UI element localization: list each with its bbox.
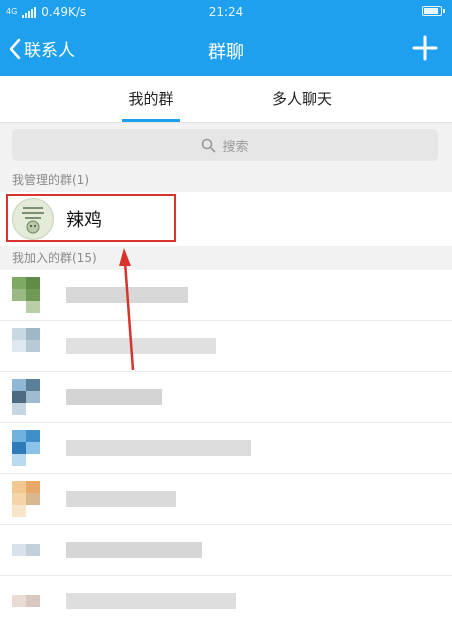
managed-groups-header: 我管理的群(1) [0,168,452,192]
search-icon [202,138,216,152]
navigation-bar: 联系人 群聊 [0,24,452,76]
active-tab-indicator [122,119,180,122]
search-placeholder: 搜索 [222,139,249,155]
group-row-managed[interactable]: 辣鸡 [0,192,452,246]
list-item[interactable] [0,270,452,321]
blurred-avatar [12,481,52,517]
status-time: 21:24 [208,5,244,19]
list-item[interactable] [0,423,452,474]
list-item[interactable] [0,372,452,423]
blurred-avatar [12,532,52,568]
highlight-box [6,194,176,242]
joined-groups-list [0,270,452,626]
battery-icon [422,6,445,16]
list-item[interactable] [0,474,452,525]
group-tabs: 我的群 多人聊天 [0,76,452,123]
status-bar: 4G 0.49K/s 21:24 [0,0,452,24]
blurred-name [66,338,216,354]
blurred-avatar [12,583,52,619]
list-item[interactable] [0,321,452,372]
add-group-button[interactable] [412,35,438,61]
blurred-avatar [12,430,52,466]
plus-icon [412,35,438,61]
blurred-name [66,440,251,456]
list-item[interactable] [0,576,452,626]
blurred-avatar [12,277,52,313]
blurred-avatar [12,328,52,364]
blurred-avatar [12,379,52,415]
tab-multi-chat[interactable]: 多人聊天 [262,76,342,122]
blurred-name [66,389,162,405]
blurred-name [66,542,202,558]
list-item[interactable] [0,525,452,576]
search-input[interactable]: 搜索 [12,129,438,161]
page-title: 群聊 [208,42,244,63]
tab-my-groups-label: 我的群 [128,90,174,108]
blurred-name [66,491,176,507]
tab-my-groups[interactable]: 我的群 [118,76,184,122]
blurred-name [66,287,188,303]
search-area: 搜索 [0,123,452,168]
joined-groups-header: 我加入的群(15) [0,246,452,270]
blurred-name [66,593,236,609]
tab-multi-chat-label: 多人聊天 [271,90,332,108]
